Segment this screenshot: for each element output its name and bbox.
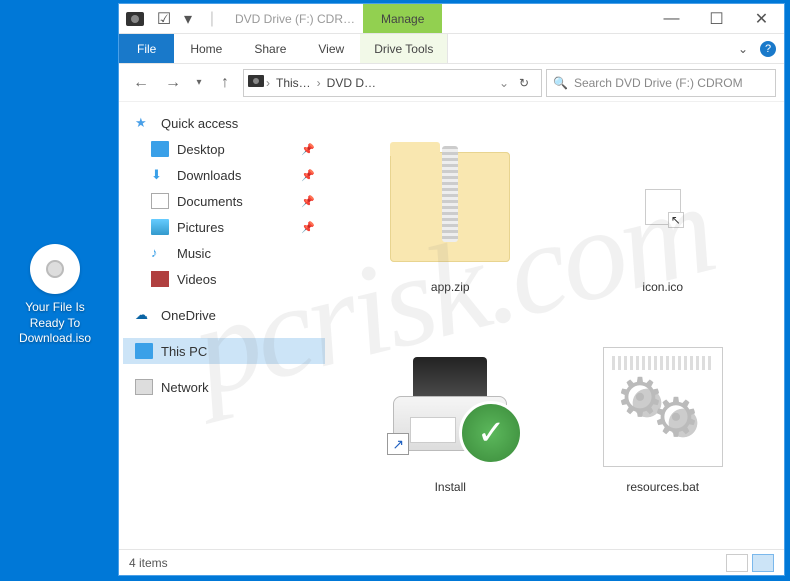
search-icon: 🔍 [553, 76, 568, 90]
network-icon [135, 379, 153, 395]
search-placeholder: Search DVD Drive (F:) CDROM [574, 76, 743, 90]
desktop-icon-label: Your File Is Ready To Download.iso [14, 300, 96, 347]
sidebar-item-label: Quick access [161, 116, 238, 131]
search-input[interactable]: 🔍 Search DVD Drive (F:) CDROM [546, 69, 776, 97]
file-name: Install [435, 480, 466, 494]
sidebar-item-label: OneDrive [161, 308, 216, 323]
sidebar-quick-access[interactable]: ★ Quick access [123, 110, 325, 136]
shortcut-overlay-icon: ↗ [387, 433, 409, 455]
explorer-window: ☑ ▾ | DVD Drive (F:) CDR… Manage — ☐ ✕ F… [118, 3, 785, 576]
qat-check-icon[interactable]: ☑ [153, 8, 175, 30]
status-bar: 4 items [119, 549, 784, 575]
help-button[interactable]: ? [760, 41, 776, 57]
breadcrumb[interactable]: DVD D… [323, 76, 380, 90]
file-item-app-zip[interactable]: app.zip [349, 112, 552, 302]
sidebar-network[interactable]: Network [123, 374, 325, 400]
details-view-button[interactable] [726, 554, 748, 572]
star-icon: ★ [135, 115, 153, 131]
sidebar-item-label: This PC [161, 344, 207, 359]
manage-tab[interactable]: Manage [363, 4, 442, 33]
file-name: app.zip [431, 280, 470, 294]
ribbon-expand-icon[interactable]: ⌄ [730, 34, 756, 63]
sidebar-item-label: Desktop [177, 142, 225, 157]
share-tab[interactable]: Share [238, 34, 302, 63]
recent-dropdown[interactable]: ▾ [191, 69, 207, 97]
sidebar-item-pictures[interactable]: Pictures 📌 [123, 214, 325, 240]
quick-access-toolbar: ☑ ▾ | [149, 4, 227, 33]
bat-icon [603, 347, 723, 467]
pictures-icon [151, 219, 169, 235]
close-button[interactable]: ✕ [739, 4, 784, 33]
sidebar-item-label: Downloads [177, 168, 241, 183]
window-title: DVD Drive (F:) CDR… [227, 4, 363, 33]
ribbon: File Home Share View Drive Tools ⌄ ? [119, 34, 784, 64]
document-icon [151, 193, 169, 209]
back-button[interactable]: ← [127, 69, 155, 97]
drive-icon [248, 74, 264, 91]
app-icon [121, 4, 149, 33]
home-tab[interactable]: Home [174, 34, 238, 63]
checkmark-icon: ✓ [459, 401, 523, 465]
titlebar: ☑ ▾ | DVD Drive (F:) CDR… Manage — ☐ ✕ [119, 4, 784, 34]
sidebar-item-label: Pictures [177, 220, 224, 235]
sidebar-item-desktop[interactable]: Desktop 📌 [123, 136, 325, 162]
pin-icon: 📌 [301, 195, 315, 208]
pin-icon: 📌 [301, 221, 315, 234]
sidebar-item-label: Videos [177, 272, 217, 287]
sidebar-item-music[interactable]: ♪ Music [123, 240, 325, 266]
icons-view-button[interactable] [752, 554, 774, 572]
file-list: app.zip icon.ico ✓ ↗ Install resources. [329, 102, 784, 549]
nav-row: ← → ▾ ↑ › This… › DVD D… ⌄ ↻ 🔍 Search DV… [119, 64, 784, 102]
chevron-right-icon: › [317, 76, 321, 90]
sidebar-item-label: Documents [177, 194, 243, 209]
qat-divider: | [201, 8, 223, 30]
sidebar-item-downloads[interactable]: ⬇ Downloads 📌 [123, 162, 325, 188]
pin-icon: 📌 [301, 143, 315, 156]
breadcrumb[interactable]: This… [272, 76, 315, 90]
chevron-right-icon: › [266, 76, 270, 90]
disc-icon [30, 244, 80, 294]
window-buttons: — ☐ ✕ [649, 4, 784, 33]
minimize-button[interactable]: — [649, 4, 694, 33]
view-tab[interactable]: View [302, 34, 360, 63]
refresh-button[interactable]: ↻ [511, 76, 537, 90]
ico-icon [645, 189, 681, 225]
desktop-iso-icon[interactable]: Your File Is Ready To Download.iso [10, 240, 100, 351]
file-item-icon-ico[interactable]: icon.ico [562, 112, 765, 302]
sidebar-this-pc[interactable]: This PC [123, 338, 325, 364]
zip-icon [390, 152, 510, 262]
file-tab[interactable]: File [119, 34, 174, 63]
file-item-install[interactable]: ✓ ↗ Install [349, 312, 552, 502]
music-icon: ♪ [151, 245, 169, 261]
drive-tools-tab[interactable]: Drive Tools [360, 34, 448, 63]
sidebar-item-label: Network [161, 380, 209, 395]
sidebar-item-videos[interactable]: Videos [123, 266, 325, 292]
address-dropdown-icon[interactable]: ⌄ [499, 76, 509, 90]
pin-icon: 📌 [301, 169, 315, 182]
file-name: icon.ico [642, 280, 683, 294]
sidebar-item-label: Music [177, 246, 211, 261]
pc-icon [135, 343, 153, 359]
forward-button[interactable]: → [159, 69, 187, 97]
desktop-icon [151, 141, 169, 157]
sidebar: ★ Quick access Desktop 📌 ⬇ Downloads 📌 D… [119, 102, 329, 549]
download-icon: ⬇ [151, 167, 169, 183]
address-bar[interactable]: › This… › DVD D… ⌄ ↻ [243, 69, 542, 97]
video-icon [151, 271, 169, 287]
maximize-button[interactable]: ☐ [694, 4, 739, 33]
cloud-icon: ☁ [135, 307, 153, 323]
file-item-resources-bat[interactable]: resources.bat [562, 312, 765, 502]
qat-dropdown-icon[interactable]: ▾ [177, 8, 199, 30]
printer-icon: ✓ ↗ [385, 357, 515, 457]
sidebar-item-documents[interactable]: Documents 📌 [123, 188, 325, 214]
item-count: 4 items [129, 556, 168, 570]
file-name: resources.bat [626, 480, 699, 494]
up-button[interactable]: ↑ [211, 69, 239, 97]
sidebar-onedrive[interactable]: ☁ OneDrive [123, 302, 325, 328]
